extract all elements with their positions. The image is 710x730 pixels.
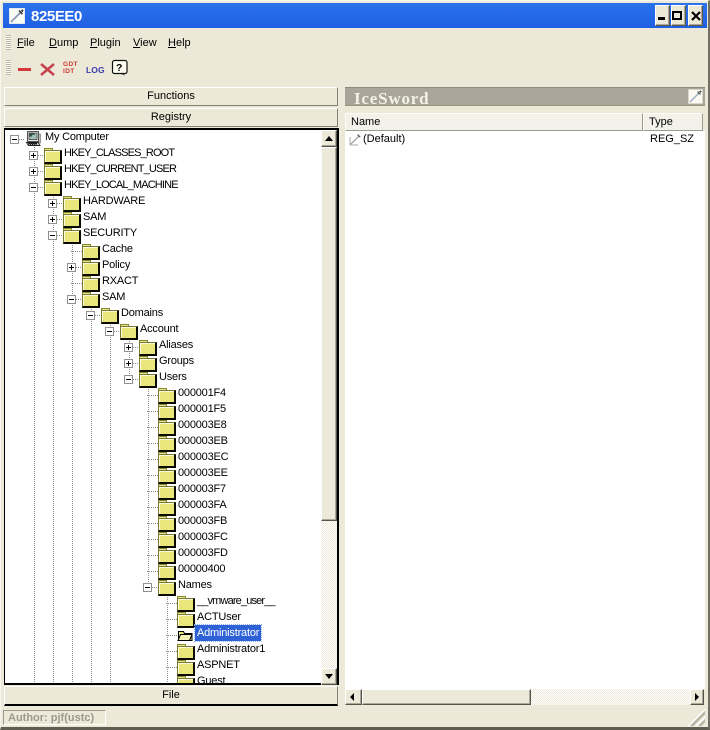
svg-text:?: ? [116,62,122,74]
